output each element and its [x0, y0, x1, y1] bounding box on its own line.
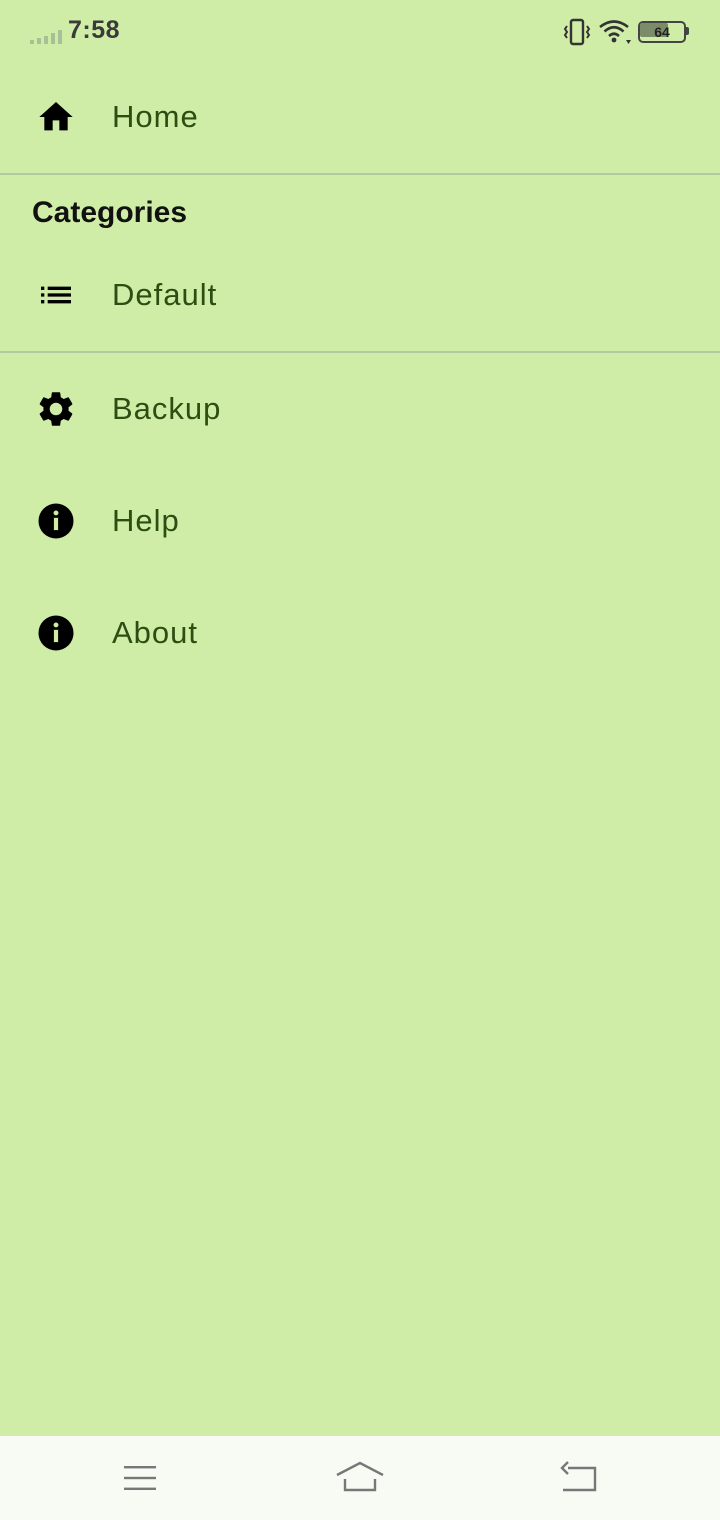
divider [0, 173, 720, 175]
drawer-item-label: Help [112, 503, 180, 538]
drawer-item-label: Backup [112, 391, 222, 426]
home-icon [34, 95, 78, 139]
battery-level: 64 [654, 24, 670, 40]
wifi-icon [599, 20, 631, 44]
status-time: 7:58 [68, 16, 121, 44]
drawer-item-label: Home [112, 99, 199, 134]
drawer-item-label: Default [112, 277, 218, 312]
home-icon[interactable] [334, 1456, 386, 1500]
vibrate-icon [563, 18, 591, 46]
back-icon[interactable] [556, 1456, 600, 1500]
drawer-item-label: About [112, 615, 199, 650]
gear-icon [34, 387, 78, 431]
divider [0, 351, 720, 353]
drawer-item-help[interactable]: Help [0, 476, 720, 566]
drawer-item-about[interactable]: About [0, 588, 720, 678]
menu-icon[interactable] [118, 1456, 162, 1500]
drawer-item-backup[interactable]: Backup [0, 364, 720, 454]
list-icon [34, 273, 78, 317]
status-bar: 7:58 64 [0, 0, 720, 66]
system-nav-bar [0, 1436, 720, 1520]
battery-icon: 64 [638, 21, 689, 43]
info-icon [34, 499, 78, 543]
info-icon [34, 611, 78, 655]
signal-icon [30, 30, 62, 44]
categories-heading: Categories [32, 196, 188, 229]
drawer-item-home[interactable]: Home [0, 72, 720, 162]
drawer-item-default[interactable]: Default [0, 250, 720, 340]
